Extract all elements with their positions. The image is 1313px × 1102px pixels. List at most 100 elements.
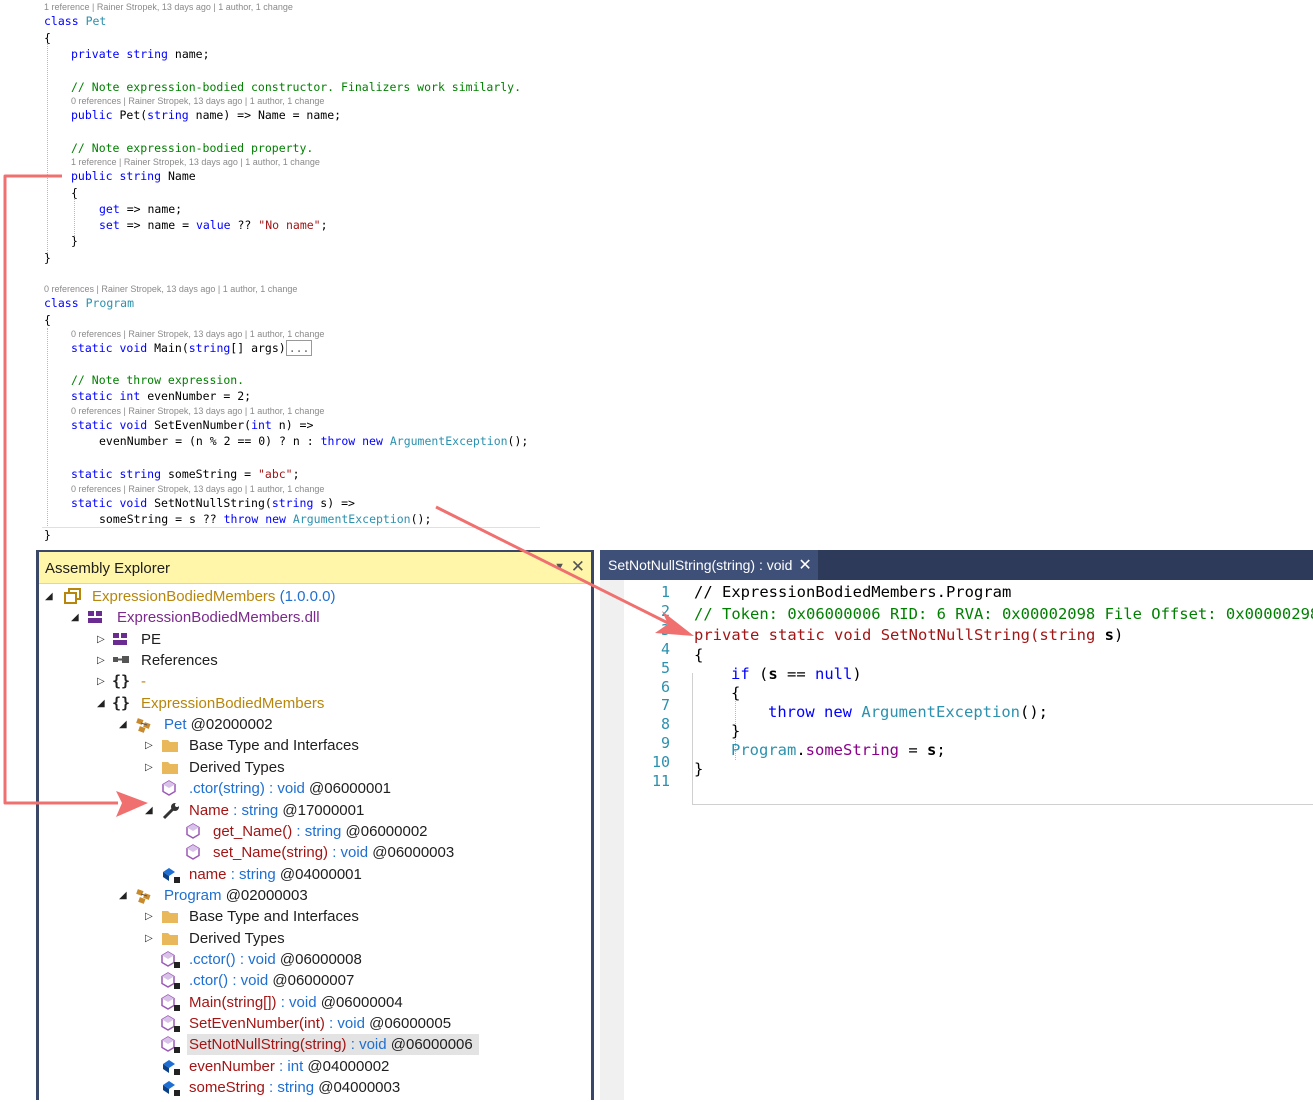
code-line-field-name: private string name;	[71, 47, 210, 61]
code-view[interactable]: 1 2 3 4 5 6 7 8 9 10 11 // ExpressionBodiedMembers…	[600, 580, 1313, 1100]
code-brace: {	[731, 684, 741, 702]
node-base-types[interactable]: Base Type and Interfaces	[187, 906, 365, 927]
code-brace: {	[44, 31, 51, 45]
code-line-getter: get => name;	[99, 202, 183, 216]
codelens-info[interactable]: 0 references | Rainer Stropek, 13 days a…	[71, 484, 324, 495]
svg-text:{}: {}	[112, 695, 130, 711]
line-number: 9	[660, 734, 670, 753]
scope-highlight	[692, 673, 1313, 805]
node-label: set_Name(string)	[213, 844, 329, 862]
node-set-not-null-string[interactable]: SetNotNullString(string) : void @0600000…	[187, 1034, 479, 1056]
codelens-info[interactable]: 1 reference | Rainer Stropek, 13 days ag…	[44, 2, 293, 13]
node-label: Main(string[])	[189, 993, 277, 1011]
node-token: @06000002	[341, 822, 428, 840]
collapsed-arrow-icon[interactable]: ▷	[145, 762, 153, 773]
close-icon[interactable]: ✕	[571, 557, 585, 577]
tab-decompiled-method[interactable]: SetNotNullString(string) : void ✕	[600, 550, 818, 580]
codelens-info[interactable]: 0 references | Rainer Stropek, 13 days a…	[71, 96, 324, 107]
collapsed-arrow-icon[interactable]: ▷	[145, 933, 153, 944]
node-token: @06000005	[364, 1015, 452, 1032]
node-property-name[interactable]: Name : string @17000001	[187, 800, 370, 821]
code-line-ctor: public Pet(string name) => Name = name;	[71, 108, 342, 122]
dropdown-icon[interactable]: ▼	[554, 561, 565, 573]
node-derived-types[interactable]: Derived Types	[187, 928, 291, 949]
code-line-main: static void Main(string[] args)...	[71, 340, 313, 356]
node-token: @04000001	[275, 865, 362, 883]
code-comment: // Token: 0x06000006 RID: 6 RVA: 0x00002…	[694, 605, 1313, 623]
code-line-if: if (s == null)	[731, 665, 862, 683]
method-icon	[185, 844, 201, 865]
node-label: PE	[141, 630, 162, 648]
line-number: 4	[660, 639, 670, 658]
node-set-name[interactable]: set_Name(string) : void @06000003	[211, 842, 460, 863]
collapsed-arrow-icon[interactable]: ▷	[97, 634, 105, 645]
node-derived-types[interactable]: Derived Types	[187, 757, 291, 778]
node-assembly[interactable]: ExpressionBodiedMembers (1.0.0.0)	[90, 586, 341, 607]
node-ctor[interactable]: .ctor(string) : void @06000001	[187, 778, 397, 799]
codelens-info[interactable]: 0 references | Rainer Stropek, 13 days a…	[71, 329, 324, 340]
node-class-pet[interactable]: Pet @02000002	[162, 714, 279, 735]
node-type: : void	[228, 972, 269, 990]
code-line-set-not-null: static void SetNotNullString(string s) =…	[71, 496, 355, 510]
node-token: @06000004	[316, 993, 403, 1011]
code-line-set-not-null-body: someString = s ?? throw new ArgumentExce…	[99, 512, 432, 526]
node-label: Program	[164, 886, 222, 904]
node-label: Derived Types	[189, 929, 285, 947]
node-token: @06000001	[304, 780, 392, 798]
tab-bar: SetNotNullString(string) : void ✕	[600, 550, 1313, 580]
assembly-icon	[64, 588, 82, 609]
node-field-even-number[interactable]: evenNumber : int @04000002	[187, 1056, 395, 1077]
collapsed-arrow-icon[interactable]: ▷	[145, 740, 153, 751]
code-brace: }	[694, 760, 704, 778]
node-field-some-string[interactable]: someString : string @04000003	[187, 1077, 406, 1098]
expanded-arrow-icon[interactable]: ◢	[119, 719, 127, 730]
expanded-arrow-icon[interactable]: ◢	[119, 890, 127, 901]
node-label: SetNotNullString(string)	[189, 1036, 347, 1054]
node-get-name[interactable]: get_Name() : string @06000002	[211, 821, 434, 842]
code-brace: }	[71, 234, 78, 248]
node-class-program[interactable]: Program @02000003	[162, 885, 314, 906]
code-editor[interactable]: 1 reference | Rainer Stropek, 13 days ag…	[0, 0, 1313, 548]
expanded-arrow-icon[interactable]: ◢	[97, 698, 105, 709]
node-main[interactable]: Main(string[]) : void @06000004	[187, 992, 409, 1013]
collapsed-arrow-icon[interactable]: ▷	[97, 676, 105, 687]
node-cctor[interactable]: .cctor() : void @06000008	[187, 949, 368, 970]
node-type: : void	[235, 950, 276, 968]
field-icon	[161, 1079, 181, 1102]
collapsed-arrow-icon[interactable]: ▷	[145, 911, 153, 922]
namespace-icon: {}	[112, 694, 132, 716]
expanded-arrow-icon[interactable]: ◢	[71, 612, 79, 623]
node-dll[interactable]: ExpressionBodiedMembers.dll	[115, 607, 326, 628]
node-type: : void	[324, 1015, 365, 1032]
node-label: .ctor(string)	[189, 780, 265, 798]
codelens-info[interactable]: 0 references | Rainer Stropek, 13 days a…	[44, 284, 297, 295]
expanded-arrow-icon[interactable]: ◢	[45, 591, 53, 602]
line-number: 8	[660, 715, 670, 734]
node-set-even-number[interactable]: SetEvenNumber(int) : void @06000005	[187, 1013, 457, 1034]
method-icon	[161, 951, 181, 974]
class-icon	[135, 716, 155, 739]
codelens-info[interactable]: 1 reference | Rainer Stropek, 13 days ag…	[71, 157, 320, 168]
node-type: : void	[346, 1036, 387, 1054]
codelens-info[interactable]: 0 references | Rainer Stropek, 13 days a…	[71, 406, 324, 417]
node-type: : int	[274, 1057, 304, 1075]
node-base-types[interactable]: Base Type and Interfaces	[187, 735, 365, 756]
node-field-name[interactable]: name : string @04000001	[187, 864, 368, 885]
node-references[interactable]: References	[139, 650, 224, 671]
node-token: @06000008	[275, 950, 362, 968]
code-line-setter: set => name = value ?? "No name";	[99, 218, 328, 232]
collapsed-region-button[interactable]: ...	[285, 340, 313, 356]
line-number: 6	[660, 677, 670, 696]
node-ctor[interactable]: .ctor() : void @06000007	[187, 970, 360, 991]
code-comment: // Note throw expression.	[71, 373, 245, 387]
collapsed-arrow-icon[interactable]: ▷	[97, 655, 105, 666]
node-namespace-empty[interactable]: -	[139, 671, 152, 692]
node-label: References	[141, 652, 218, 670]
expanded-arrow-icon[interactable]: ◢	[145, 805, 153, 816]
node-namespace[interactable]: ExpressionBodiedMembers	[139, 693, 330, 714]
node-pe[interactable]: PE	[139, 629, 167, 650]
code-line-some-field: static string someString = "abc";	[71, 467, 300, 481]
node-token: @06000006	[386, 1036, 473, 1054]
folder-icon	[161, 908, 179, 929]
close-icon[interactable]: ✕	[798, 557, 811, 574]
